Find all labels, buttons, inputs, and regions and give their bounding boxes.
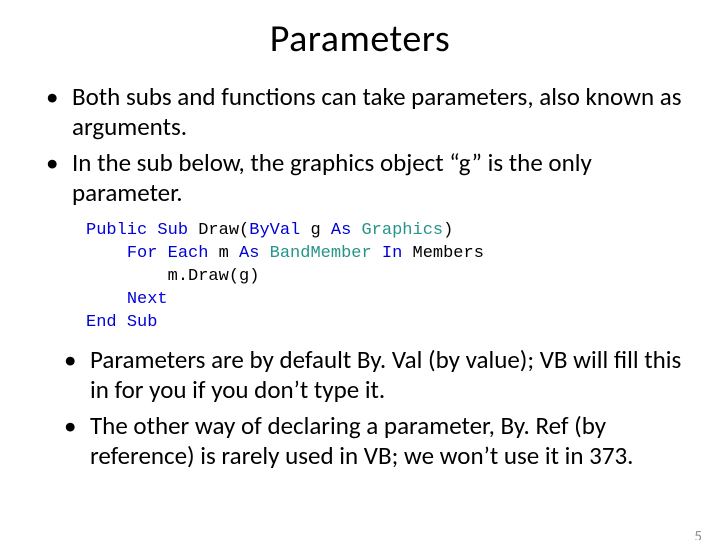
code-block: Public Sub Draw(ByVal g As Graphics) For… xyxy=(86,220,720,335)
code-text: Draw( xyxy=(188,221,249,240)
code-text xyxy=(351,221,361,240)
bullet-item: In the sub below, the graphics object “g… xyxy=(46,148,684,208)
bullet-item: The other way of declaring a parameter, … xyxy=(64,411,684,471)
code-keyword: In xyxy=(382,244,402,263)
code-keyword: As xyxy=(331,221,351,240)
bottom-bullet-list: Parameters are by default By. Val (by va… xyxy=(0,345,720,471)
code-text: g xyxy=(300,221,331,240)
code-text: m xyxy=(208,244,239,263)
code-type: Graphics xyxy=(361,221,443,240)
code-keyword: As xyxy=(239,244,259,263)
page-number: 5 xyxy=(694,528,702,540)
code-text xyxy=(86,290,127,309)
code-keyword: Next xyxy=(127,290,168,309)
code-text xyxy=(157,244,167,263)
code-text: m.Draw(g) xyxy=(168,267,260,286)
code-keyword: End xyxy=(86,313,117,332)
code-keyword: For xyxy=(127,244,158,263)
code-keyword: Each xyxy=(168,244,209,263)
code-keyword: Public xyxy=(86,221,147,240)
code-keyword: ByVal xyxy=(249,221,300,240)
code-type: BandMember xyxy=(270,244,372,263)
code-text xyxy=(372,244,382,263)
code-text xyxy=(86,267,168,286)
bullet-item: Both subs and functions can take paramet… xyxy=(46,82,684,142)
code-keyword: Sub xyxy=(157,221,188,240)
code-text: Members xyxy=(402,244,484,263)
code-text xyxy=(117,313,127,332)
bullet-item: Parameters are by default By. Val (by va… xyxy=(64,345,684,405)
code-text xyxy=(86,244,127,263)
code-keyword: Sub xyxy=(127,313,158,332)
code-text: ) xyxy=(443,221,453,240)
top-bullet-list: Both subs and functions can take paramet… xyxy=(0,82,720,208)
code-text xyxy=(259,244,269,263)
slide-title: Parameters xyxy=(0,16,720,62)
